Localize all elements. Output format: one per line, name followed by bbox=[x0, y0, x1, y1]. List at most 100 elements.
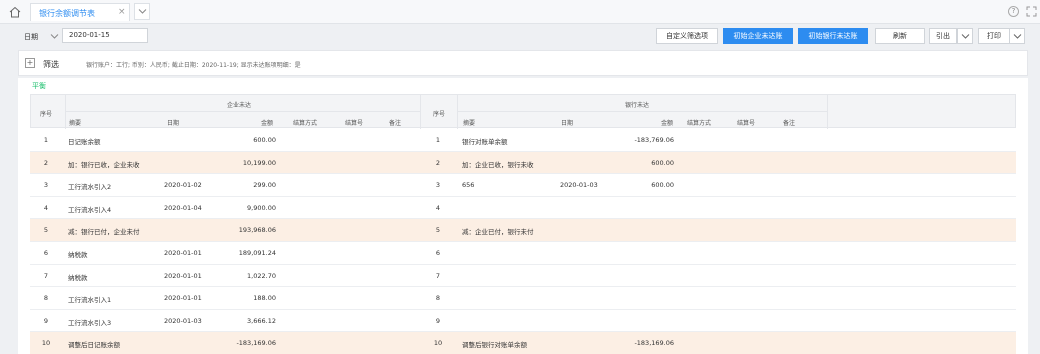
cell-summary-left: 工行流水引入4 bbox=[68, 205, 112, 214]
cell-amount-left: 193,968.06 bbox=[238, 226, 276, 235]
cell-amount-left: 600.00 bbox=[253, 136, 276, 144]
table-row[interactable]: 5 减：银行已付，企业未付 193,968.06 5 减：企业已付，银行未付 bbox=[30, 219, 1016, 242]
col-seq-left: 序号 bbox=[40, 111, 53, 118]
cell-seq-right: 8 bbox=[435, 294, 441, 303]
cell-seq-right: 5 bbox=[435, 226, 441, 235]
table-row[interactable]: 9 工行流水引入3 2020-01-03 3,666.12 9 bbox=[30, 310, 1016, 333]
cell-amount-left: 299.00 bbox=[253, 181, 276, 190]
cell-summary-left: 工行流水引入2 bbox=[68, 183, 112, 192]
init-company-unreconciled-button[interactable]: 初始企业未达账 bbox=[723, 28, 793, 44]
filter-bar: + 筛选 银行账户：工行; 币别：人民币; 截止日期：2020-11-19; 显… bbox=[18, 50, 1028, 76]
col-summary-right: 摘要 bbox=[463, 120, 476, 127]
chevron-down-icon bbox=[1013, 34, 1022, 39]
col-date-left: 日期 bbox=[167, 120, 180, 127]
cell-seq-right: 9 bbox=[435, 316, 441, 325]
cell-summary-right: 调整后银行对账单余额 bbox=[462, 341, 527, 350]
chevron-down-icon bbox=[961, 34, 970, 39]
table-row[interactable]: 4 工行流水引入4 2020-01-04 9,900.00 4 bbox=[30, 197, 1016, 220]
cell-seq-right: 6 bbox=[435, 249, 441, 257]
refresh-button[interactable]: 刷新 bbox=[875, 28, 925, 44]
cell-summary-right: 银行对账单余额 bbox=[462, 138, 508, 146]
col-settle-no-right: 结算号 bbox=[737, 120, 756, 127]
cell-amount-left: 10,199.00 bbox=[242, 158, 276, 167]
date-field[interactable]: 2020-01-15 bbox=[62, 28, 148, 43]
cell-seq-left: 8 bbox=[43, 294, 49, 303]
col-date-right: 日期 bbox=[561, 120, 574, 127]
cell-amount-right: 600.00 bbox=[651, 158, 674, 167]
cell-summary-left: 工行流水引入3 bbox=[68, 318, 112, 327]
filter-toggle[interactable]: 筛选 bbox=[43, 59, 59, 70]
cell-seq-left: 4 bbox=[43, 203, 49, 212]
col-seq-right: 序号 bbox=[433, 111, 446, 118]
cell-seq-right: 2 bbox=[435, 158, 441, 167]
col-settle-method-left: 结算方式 bbox=[293, 120, 318, 127]
col-remark-left: 备注 bbox=[389, 120, 402, 127]
cell-amount-left: 189,091.24 bbox=[238, 249, 276, 257]
cell-amount-left: 9,900.00 bbox=[247, 203, 276, 212]
init-bank-unreconciled-button[interactable]: 初始银行未达账 bbox=[798, 28, 868, 44]
close-icon[interactable]: × bbox=[118, 7, 126, 17]
table-row[interactable]: 8 工行流水引入1 2020-01-01 188.00 8 bbox=[30, 287, 1016, 310]
col-amount-right: 金额 bbox=[661, 120, 674, 127]
cell-summary-left: 纳税款 bbox=[68, 251, 88, 259]
print-button[interactable]: 打印 bbox=[978, 28, 1010, 44]
cell-amount-right: -183,169.06 bbox=[634, 339, 674, 348]
custom-filter-button[interactable]: 自定义筛选项 bbox=[656, 28, 718, 44]
table-row[interactable]: 2 加：银行已收，企业未收 10,199.00 2 加：企业已收，银行未收 600.00 bbox=[30, 151, 1016, 175]
cell-seq-right: 7 bbox=[435, 271, 441, 280]
filter-description: 银行账户：工行; 币别：人民币; 截止日期：2020-11-19; 显示未达账项… bbox=[86, 62, 301, 69]
cell-amount-left: 1,022.70 bbox=[247, 271, 276, 280]
col-settle-no-left: 结算号 bbox=[345, 120, 364, 127]
group-bank-unreconciled: 银行未达 bbox=[625, 102, 650, 109]
chevron-down-icon bbox=[50, 34, 59, 39]
tab-label: 银行余额调节表 bbox=[39, 9, 95, 18]
filter-type-label: 日期 bbox=[24, 33, 38, 41]
cell-summary-right: 减：企业已付，银行未付 bbox=[462, 228, 534, 237]
cell-amount-right: 600.00 bbox=[651, 181, 674, 190]
cell-seq-right: 1 bbox=[435, 136, 441, 144]
filter-type-select[interactable]: 日期 bbox=[22, 29, 62, 43]
tab-bar: 银行余额调节表 × ? bbox=[0, 0, 1040, 24]
table-row[interactable]: 7 纳税款 2020-01-01 1,022.70 7 bbox=[30, 265, 1016, 288]
help-icon[interactable]: ? bbox=[1008, 6, 1019, 17]
table-row[interactable]: 6 纳税款 2020-01-01 189,091.24 6 bbox=[30, 242, 1016, 265]
col-remark-right: 备注 bbox=[783, 120, 796, 127]
plus-icon[interactable]: + bbox=[25, 58, 35, 68]
tab-list-dropdown[interactable] bbox=[134, 3, 150, 20]
cell-seq-left: 1 bbox=[43, 136, 49, 144]
cell-amount-left: -183,169.06 bbox=[236, 339, 276, 348]
cell-summary-left: 工行流水引入1 bbox=[68, 296, 112, 305]
cell-seq-left: 2 bbox=[43, 158, 49, 167]
home-icon[interactable] bbox=[8, 5, 22, 19]
tab-bank-reconciliation[interactable]: 银行余额调节表 × bbox=[30, 3, 130, 21]
balance-status: 平衡 bbox=[32, 82, 46, 90]
cell-summary-right: 加：企业已收，银行未收 bbox=[462, 160, 534, 169]
col-amount-left: 金额 bbox=[261, 120, 274, 127]
table-row[interactable]: 1 日记账余额 600.00 1 银行对账单余额 -183,769.06 bbox=[30, 129, 1016, 152]
cell-seq-left: 3 bbox=[43, 181, 49, 190]
cell-seq-left: 9 bbox=[43, 316, 49, 325]
cell-summary-left: 日记账余额 bbox=[68, 138, 101, 146]
table-header: 序号 企业未达 摘要 日期 金额 结算方式 结算号 备注 序号 银行未达 摘要 … bbox=[30, 94, 1016, 129]
cell-seq-right: 4 bbox=[435, 203, 441, 212]
cell-seq-left: 5 bbox=[43, 226, 49, 235]
print-dropdown[interactable] bbox=[1009, 28, 1025, 44]
cell-seq-right: 3 bbox=[435, 181, 441, 190]
chevron-down-icon bbox=[138, 9, 147, 14]
cell-seq-left: 10 bbox=[41, 339, 51, 348]
fullscreen-icon[interactable] bbox=[1026, 6, 1037, 19]
cell-amount-left: 3,666.12 bbox=[247, 316, 276, 325]
col-summary-left: 摘要 bbox=[69, 120, 82, 127]
cell-summary-left: 调整后日记账余额 bbox=[68, 341, 120, 350]
col-settle-method-right: 结算方式 bbox=[687, 120, 712, 127]
table-row[interactable]: 3 工行流水引入2 2020-01-02 299.00 3 656 2020-01-03 60… bbox=[30, 174, 1016, 197]
export-button[interactable]: 引出 bbox=[929, 28, 957, 44]
export-dropdown[interactable] bbox=[957, 28, 973, 44]
cell-summary-left: 纳税款 bbox=[68, 273, 88, 282]
cell-summary-right: 656 bbox=[462, 181, 475, 190]
toolbar: 日期 2020-01-15 自定义筛选项 初始企业未达账 初始银行未达账 刷新 … bbox=[18, 27, 1028, 45]
reconciliation-panel: 平衡 序号 企业未达 摘要 日期 金额 结算方式 结算号 备注 序号 银行未达 … bbox=[18, 78, 1028, 354]
table-row[interactable]: 10 调整后日记账余额 -183,169.06 10 调整后银行对账单余额 -183,16… bbox=[30, 332, 1016, 354]
cell-seq-right: 10 bbox=[433, 339, 443, 348]
cell-seq-left: 6 bbox=[43, 249, 49, 257]
